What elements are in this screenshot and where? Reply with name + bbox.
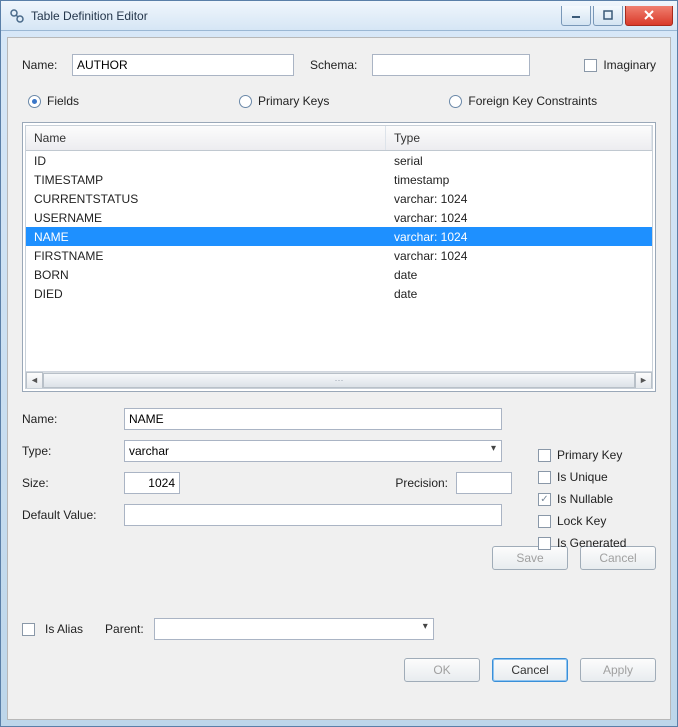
cell-name: TIMESTAMP [26,172,386,188]
minimize-button[interactable] [561,6,591,26]
radio-icon [28,95,41,108]
detail-name-label: Name: [22,412,114,426]
chk-lock-key[interactable]: Lock Key [538,514,648,528]
chk-is-unique[interactable]: Is Unique [538,470,648,484]
cell-name: DIED [26,286,386,302]
radio-icon [239,95,252,108]
table-body: IDserialTIMESTAMPtimestampCURRENTSTATUSv… [26,151,652,371]
cell-type: serial [386,153,652,169]
field-detail: Name: Type: varchar Size: Precision: Def… [22,408,512,526]
scroll-right-icon[interactable]: ► [635,372,652,389]
parent-select[interactable] [154,618,434,640]
alias-row: Is Alias Parent: [22,618,656,640]
radio-foreign-keys[interactable]: Foreign Key Constraints [449,94,597,108]
chk-is-nullable[interactable]: Is Nullable [538,492,648,506]
detail-size-label: Size: [22,476,114,490]
is-alias-checkbox[interactable] [22,623,35,636]
header-row: Name: Schema: Imaginary [22,54,656,76]
table-row[interactable]: DIEDdate [26,284,652,303]
fields-table: Name Type IDserialTIMESTAMPtimestampCURR… [22,122,656,392]
detail-type-label: Type: [22,444,114,458]
cell-type: timestamp [386,172,652,188]
detail-default-label: Default Value: [22,508,114,522]
cancel-button[interactable]: Cancel [492,658,568,682]
cell-name: NAME [26,229,386,245]
chk-is-generated[interactable]: Is Generated [538,536,648,550]
radio-fields-label: Fields [47,94,79,108]
view-radio-group: Fields Primary Keys Foreign Key Constrai… [28,94,656,108]
scroll-track[interactable]: ⋯ [43,372,635,389]
col-type[interactable]: Type [386,126,652,150]
table-row[interactable]: FIRSTNAMEvarchar: 1024 [26,246,652,265]
chk-primary-key[interactable]: Primary Key [538,448,648,462]
parent-label: Parent: [105,622,144,636]
dialog-buttons: OK Cancel Apply [22,658,656,682]
table-header: Name Type [26,126,652,151]
imaginary-checkbox[interactable] [584,59,597,72]
table-row[interactable]: CURRENTSTATUSvarchar: 1024 [26,189,652,208]
detail-precision-label: Precision: [395,476,448,490]
dialog-body: Name: Schema: Imaginary Fields Primary K… [7,37,671,720]
table-row[interactable]: USERNAMEvarchar: 1024 [26,208,652,227]
radio-fields[interactable]: Fields [28,94,79,108]
table-name-input[interactable] [72,54,294,76]
table-row[interactable]: NAMEvarchar: 1024 [26,227,652,246]
cell-type: varchar: 1024 [386,248,652,264]
window-title: Table Definition Editor [31,9,561,23]
dialog-window: Table Definition Editor Name: Schema: Im… [0,0,678,727]
table-row[interactable]: TIMESTAMPtimestamp [26,170,652,189]
radio-primary-keys-label: Primary Keys [258,94,329,108]
window-controls [561,6,673,26]
ok-button[interactable]: OK [404,658,480,682]
apply-button[interactable]: Apply [580,658,656,682]
radio-primary-keys[interactable]: Primary Keys [239,94,329,108]
cell-name: CURRENTSTATUS [26,191,386,207]
radio-icon [449,95,462,108]
table-row[interactable]: BORNdate [26,265,652,284]
cell-type: varchar: 1024 [386,210,652,226]
maximize-button[interactable] [593,6,623,26]
cell-name: ID [26,153,386,169]
cell-name: BORN [26,267,386,283]
detail-default-input[interactable] [124,504,502,526]
schema-label: Schema: [310,58,366,72]
radio-foreign-keys-label: Foreign Key Constraints [468,94,597,108]
detail-name-input[interactable] [124,408,502,430]
cell-type: varchar: 1024 [386,229,652,245]
cell-type: date [386,286,652,302]
cell-type: varchar: 1024 [386,191,652,207]
imaginary-label: Imaginary [603,58,656,72]
horizontal-scrollbar[interactable]: ◄ ⋯ ► [26,371,652,388]
close-button[interactable] [625,6,673,26]
cell-name: FIRSTNAME [26,248,386,264]
field-flags: Primary Key Is Unique Is Nullable Lock K… [538,448,648,550]
scroll-left-icon[interactable]: ◄ [26,372,43,389]
table-row[interactable]: IDserial [26,151,652,170]
is-alias-label: Is Alias [45,622,83,636]
scroll-thumb[interactable]: ⋯ [43,373,635,388]
cell-name: USERNAME [26,210,386,226]
name-label: Name: [22,58,66,72]
detail-precision-input[interactable] [456,472,512,494]
cell-type: date [386,267,652,283]
detail-type-select[interactable]: varchar [124,440,502,462]
col-name[interactable]: Name [26,126,386,150]
detail-size-input[interactable] [124,472,180,494]
app-icon [9,8,25,24]
titlebar[interactable]: Table Definition Editor [1,1,677,31]
schema-input[interactable] [372,54,530,76]
